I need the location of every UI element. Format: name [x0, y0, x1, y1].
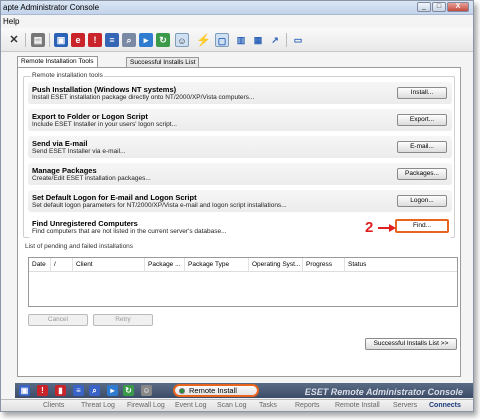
column-status[interactable]: Status [345, 258, 458, 272]
connection-status: Connects [429, 402, 461, 409]
tool-send-email: Send via E-mail Send ESET Installer via … [28, 136, 452, 158]
print-icon[interactable]: ▤ [31, 33, 45, 47]
close-button[interactable]: X [447, 2, 469, 12]
install-button[interactable]: Install... [397, 87, 447, 99]
status-tab-scan-log[interactable]: Scan Log [217, 402, 247, 409]
remote-install-icon [179, 388, 185, 394]
status-tab-reports[interactable]: Reports [295, 402, 320, 409]
menu-bar: Help [1, 16, 473, 27]
remote-install-label: Remote Install [189, 386, 237, 395]
tool-title: Manage Packages [32, 166, 97, 175]
packages-button[interactable]: Packages... [397, 168, 447, 180]
arrow-right-icon [378, 224, 396, 232]
remote-install-icon[interactable]: ⚡ [196, 33, 211, 47]
tool-push-installation: Push Installation (Windows NT systems) I… [28, 82, 452, 104]
status-bar: Clients Threat Log Firewall Log Event Lo… [1, 399, 473, 411]
panel-icon[interactable]: ▥ [234, 33, 248, 47]
successful-installs-list-button[interactable]: Successful Installs List >> [365, 338, 457, 350]
info-icon[interactable]: ▭ [291, 33, 305, 47]
tool-title: Push Installation (Windows NT systems) [32, 85, 177, 94]
toolbar-separator [286, 33, 287, 47]
tool-title: Find Unregistered Computers [32, 219, 138, 228]
column-sort[interactable]: / [51, 258, 73, 272]
stop-icon[interactable]: ! [88, 33, 102, 47]
user-icon[interactable]: ☺ [175, 33, 189, 47]
tool-title: Send via E-mail [32, 139, 88, 148]
arrow-icon[interactable]: ↗ [268, 33, 282, 47]
toolbar: ✕ ▤ ▣ e ! ≡ ⌕ ▸ ↻ ☺ ⚡ ▢ ▥ ▦ ↗ ▭ [1, 28, 473, 52]
export-button[interactable]: Export... [397, 114, 447, 126]
firewall-log-icon[interactable]: ▮ [55, 385, 66, 396]
tool-default-logon: Set Default Logon for E-mail and Logon S… [28, 190, 452, 212]
reports-icon[interactable]: ↻ [123, 385, 134, 396]
status-tab-tasks[interactable]: Tasks [259, 402, 277, 409]
columns-icon[interactable]: ▦ [251, 33, 265, 47]
pending-list-label: List of pending and failed installations [25, 243, 134, 250]
find-button[interactable]: Find... [395, 219, 449, 233]
window-icon[interactable]: ▢ [215, 33, 229, 47]
email-button[interactable]: E-mail... [397, 141, 447, 153]
column-os[interactable]: Operating Syst... [249, 258, 303, 272]
status-tab-firewall-log[interactable]: Firewall Log [127, 402, 165, 409]
search-icon[interactable]: ⌕ [122, 33, 136, 47]
tool-description: Include ESET Installer in your users' lo… [32, 121, 177, 128]
column-client[interactable]: Client [73, 258, 145, 272]
threat-log-icon[interactable]: ! [37, 385, 48, 396]
tool-description: Create/Edit ESET installation packages..… [32, 175, 151, 182]
event-log-icon[interactable]: ≡ [73, 385, 84, 396]
menu-help[interactable]: Help [3, 17, 19, 26]
title-bar: apte Administrator Console _ □ X [1, 1, 473, 15]
tool-description: Set default logon parameters for NT/2000… [32, 202, 287, 209]
column-date[interactable]: Date [29, 258, 51, 272]
groupbox-label: Remote installation tools [31, 72, 104, 79]
tool-title: Set Default Logon for E-mail and Logon S… [32, 193, 197, 202]
tasks-icon[interactable]: ▸ [107, 385, 118, 396]
logon-button[interactable]: Logon... [397, 195, 447, 207]
brand-label: ESET Remote Administrator Console [304, 387, 463, 397]
toolbar-separator [49, 33, 50, 47]
clients-icon[interactable]: ▣ [19, 385, 30, 396]
tool-title: Export to Folder or Logon Script [32, 112, 148, 121]
minimize-button[interactable]: _ [417, 2, 431, 12]
tool-description: Find computers that are not listed in th… [32, 228, 227, 235]
status-tab-servers[interactable]: Servers [393, 402, 417, 409]
maximize-button[interactable]: □ [432, 2, 446, 12]
app-window: apte Administrator Console _ □ X Help ✕ … [0, 0, 474, 412]
scan-log-icon[interactable]: ⌕ [89, 385, 100, 396]
column-package[interactable]: Package ... [145, 258, 185, 272]
eset-logo-icon[interactable]: e [71, 33, 85, 47]
retry-button[interactable]: Retry [93, 314, 153, 326]
report-icon[interactable]: ≡ [105, 33, 119, 47]
refresh-icon[interactable]: ↻ [156, 33, 170, 47]
column-progress[interactable]: Progress [303, 258, 345, 272]
remote-install-pill[interactable]: Remote Install [173, 384, 259, 397]
copy-icon[interactable]: ▣ [54, 33, 68, 47]
settings-icon[interactable]: ☺ [141, 385, 152, 396]
cancel-button[interactable]: Cancel [28, 314, 88, 326]
tool-manage-packages: Manage Packages Create/Edit ESET install… [28, 163, 452, 185]
status-tab-remote-install[interactable]: Remote Install [335, 402, 380, 409]
status-tab-clients[interactable]: Clients [43, 402, 64, 409]
window-title: apte Administrator Console [3, 3, 100, 12]
toolbar-separator [25, 33, 26, 47]
list-header: Date / Client Package ... Package Type O… [29, 258, 457, 272]
tool-description: Install ESET installation package direct… [32, 94, 255, 101]
column-package-type[interactable]: Package Type [185, 258, 249, 272]
tool-export-folder: Export to Folder or Logon Script Include… [28, 109, 452, 131]
window-controls: _ □ X [417, 2, 469, 12]
status-tab-threat-log[interactable]: Threat Log [81, 402, 115, 409]
status-tab-event-log[interactable]: Event Log [175, 402, 207, 409]
step-marker: 2 [365, 219, 374, 236]
close-icon[interactable]: ✕ [7, 33, 21, 47]
tool-description: Send ESET Installer via e-mail... [32, 148, 126, 155]
pending-installations-list[interactable]: Date / Client Package ... Package Type O… [28, 257, 458, 307]
play-icon[interactable]: ▸ [139, 33, 153, 47]
